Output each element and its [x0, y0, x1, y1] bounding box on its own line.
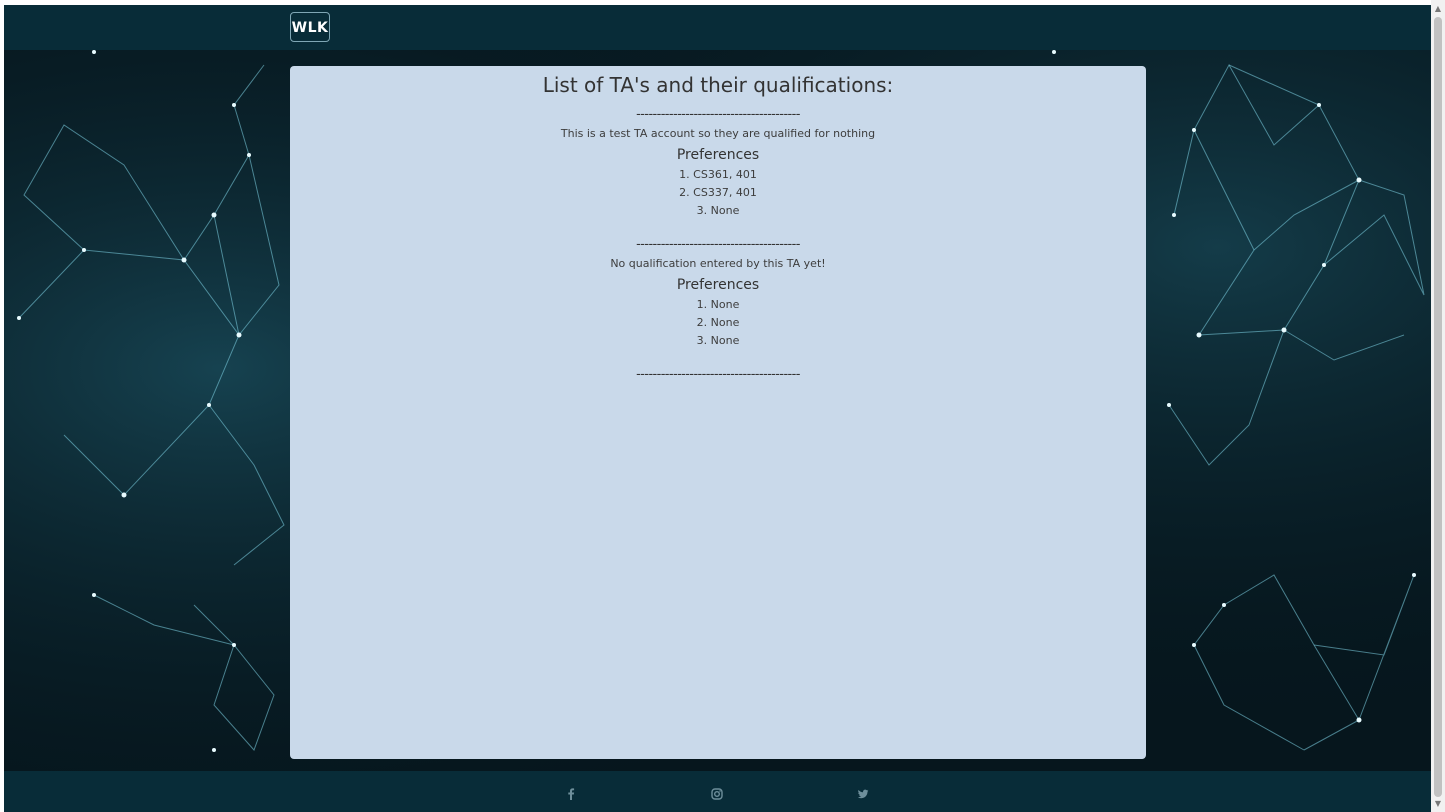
preferences-heading: Preferences	[676, 147, 760, 163]
brand-logo-link[interactable]: WLK	[290, 12, 330, 42]
preference-item: 3. None	[696, 204, 740, 217]
twitter-icon[interactable]	[856, 787, 870, 801]
scroll-down-arrow-icon[interactable]: ▼	[1431, 797, 1445, 811]
preference-item: 2. CS337, 401	[679, 186, 757, 199]
preferences-list: 1. CS361, 401 2. CS337, 401 3. None	[290, 166, 1146, 220]
ta-list-card: List of TA's and their qualifications: -…	[290, 66, 1146, 759]
preference-item: 1. CS361, 401	[679, 168, 757, 181]
separator-line: ----------------------------------------	[636, 107, 800, 122]
page-title: List of TA's and their qualifications:	[542, 73, 894, 97]
footer	[4, 771, 1431, 812]
instagram-icon[interactable]	[710, 787, 724, 801]
preference-item: 2. None	[696, 316, 740, 329]
vertical-scrollbar[interactable]: ▲ ▼	[1431, 0, 1445, 812]
ta-entry: This is a test TA account so they are qu…	[290, 126, 1146, 220]
separator-line: ----------------------------------------	[636, 237, 800, 252]
page-viewport: WLK List of TA's and their qualification…	[4, 5, 1431, 812]
ta-entry: No qualification entered by this TA yet!…	[290, 256, 1146, 350]
preference-item: 1. None	[696, 298, 740, 311]
preference-item: 3. None	[696, 334, 740, 347]
preferences-heading: Preferences	[676, 277, 760, 293]
ta-qualification-text: This is a test TA account so they are qu…	[560, 127, 876, 140]
facebook-icon[interactable]	[564, 787, 578, 801]
scroll-up-arrow-icon[interactable]: ▲	[1431, 2, 1445, 16]
top-navbar: WLK	[4, 5, 1431, 50]
scrollbar-thumb[interactable]	[1434, 17, 1442, 797]
preferences-list: 1. None 2. None 3. None	[290, 296, 1146, 350]
ta-qualification-text: No qualification entered by this TA yet!	[610, 257, 826, 270]
separator-line: ----------------------------------------	[636, 367, 800, 382]
